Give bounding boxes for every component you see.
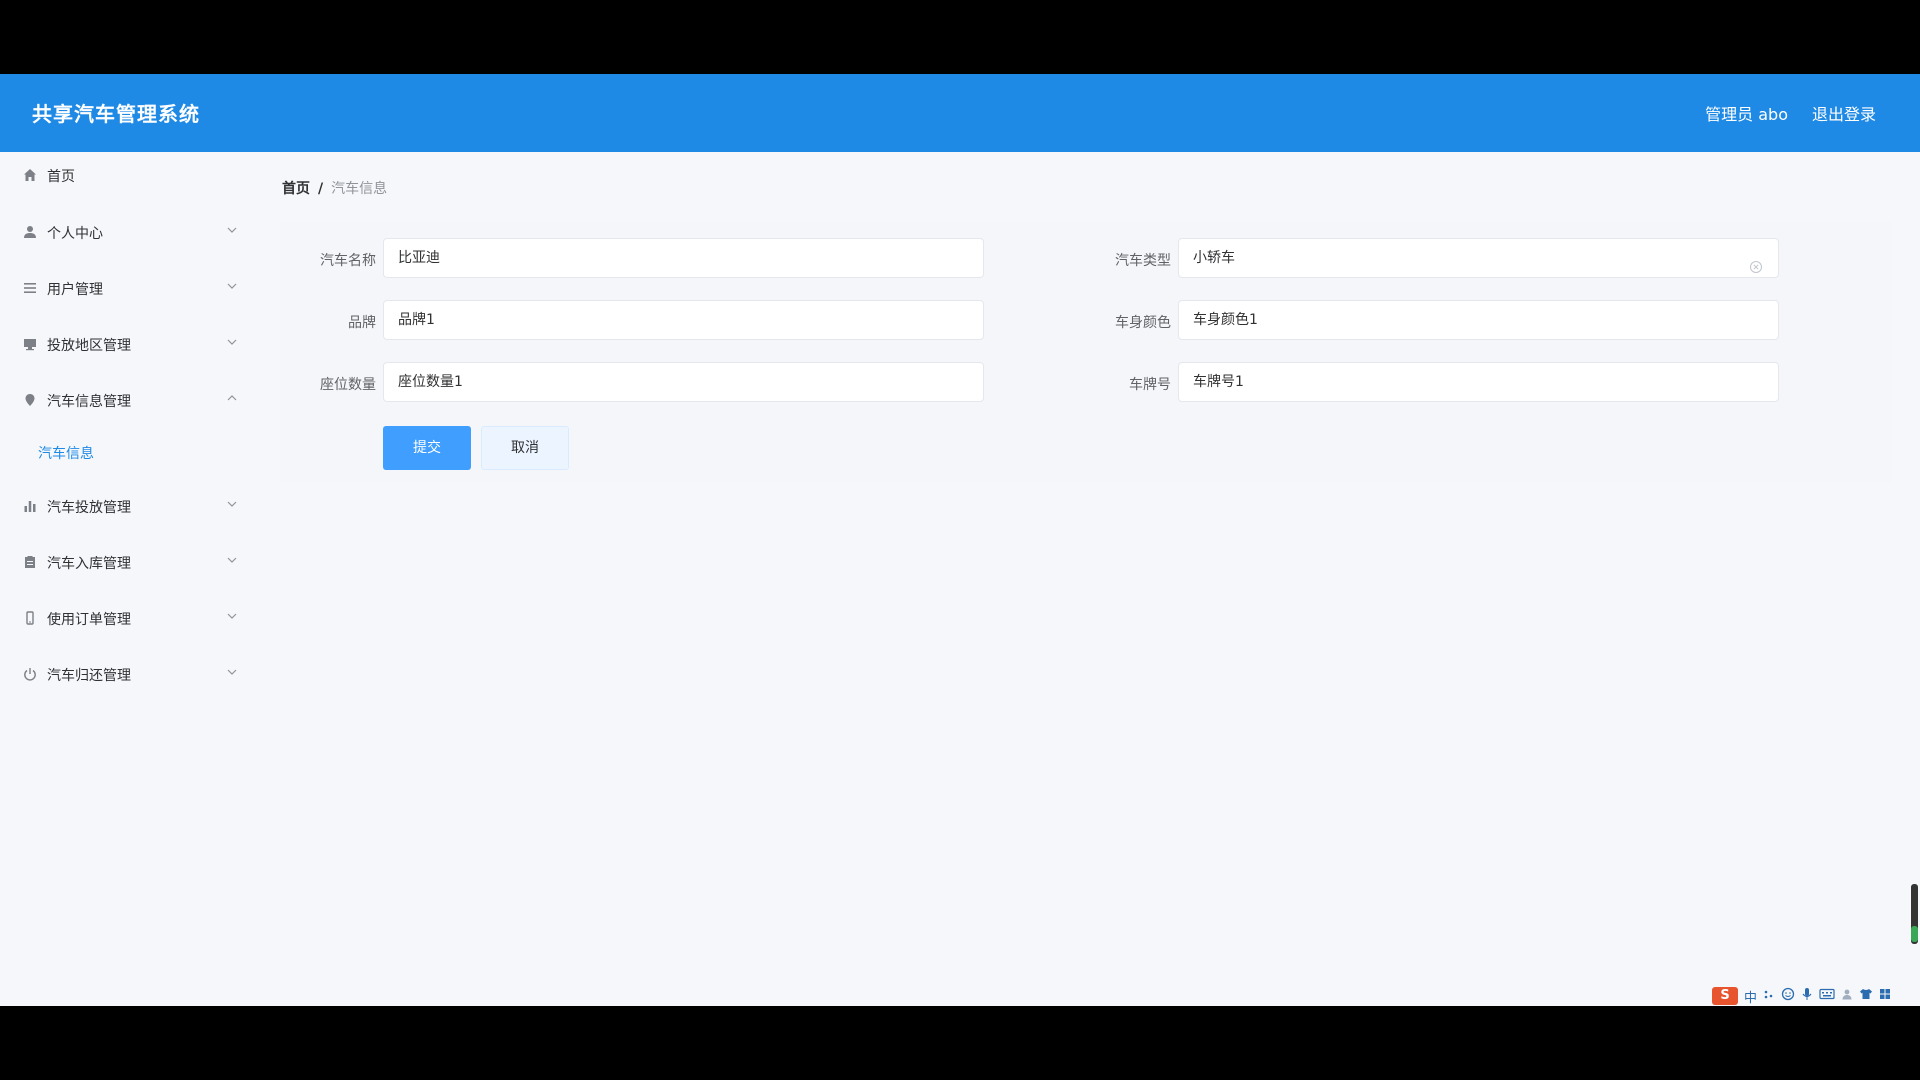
seat-count-input[interactable]: 座位数量1 — [383, 362, 984, 402]
sidebar-item-label: 汽车投放管理 — [47, 500, 131, 516]
sidebar-item-car-storage[interactable]: 汽车入库管理 — [0, 542, 250, 582]
car-info-form: 汽车名称 比亚迪 汽车类型 小轿车 品牌 品牌1 车身颜色 车身颜色1 座位数量… — [280, 222, 1892, 482]
chevron-down-icon — [226, 224, 238, 236]
skin-icon[interactable] — [1859, 988, 1873, 1004]
punctuation-icon[interactable] — [1763, 988, 1775, 1004]
emoji-icon[interactable] — [1781, 987, 1795, 1005]
body-color-input[interactable]: 车身颜色1 — [1178, 300, 1779, 340]
sidebar-item-label: 使用订单管理 — [47, 612, 131, 628]
sidebar-item-label: 投放地区管理 — [47, 338, 131, 354]
microphone-icon[interactable] — [1801, 987, 1813, 1005]
toolbox-icon[interactable] — [1879, 988, 1891, 1004]
cancel-button[interactable]: 取消 — [481, 426, 569, 470]
sidebar-item-label: 汽车归还管理 — [47, 668, 131, 684]
chevron-down-icon — [226, 498, 238, 510]
sidebar-item-home[interactable]: 首页 — [0, 155, 250, 195]
sidebar-item-order-management[interactable]: 使用订单管理 — [0, 598, 250, 638]
chevron-down-icon — [226, 666, 238, 678]
power-icon — [22, 666, 38, 682]
letterbox-top — [0, 0, 1920, 74]
car-type-label: 汽车类型 — [1115, 253, 1171, 269]
ime-toolbar: S 中 — [1712, 986, 1920, 1006]
plate-number-input[interactable]: 车牌号1 — [1178, 362, 1779, 402]
car-type-value: 小轿车 — [1193, 250, 1235, 266]
sidebar-item-user-management[interactable]: 用户管理 — [0, 268, 250, 308]
logout-button[interactable]: 退出登录 — [1812, 101, 1876, 125]
sidebar-item-label: 用户管理 — [47, 282, 103, 298]
sidebar-subitem-car-info[interactable]: 汽车信息 — [0, 432, 250, 472]
app-window: 共享汽车管理系统 管理员 abo 退出登录 首页 个人中心 用户管理 投放地区管… — [0, 74, 1920, 1006]
home-icon — [22, 167, 38, 183]
sidebar-subitem-label: 汽车信息 — [38, 446, 94, 462]
chevron-down-icon — [226, 280, 238, 292]
plate-number-label: 车牌号 — [1129, 377, 1171, 393]
current-user-label: 管理员 abo — [1705, 105, 1788, 124]
bar-chart-icon — [22, 498, 38, 514]
sidebar-item-car-deployment[interactable]: 汽车投放管理 — [0, 486, 250, 526]
sidebar-item-region-management[interactable]: 投放地区管理 — [0, 324, 250, 364]
breadcrumb-current: 汽车信息 — [331, 181, 388, 197]
sidebar-item-car-info-management[interactable]: 汽车信息管理 — [0, 380, 250, 420]
app-title: 共享汽车管理系统 — [32, 102, 200, 126]
car-type-select[interactable]: 小轿车 — [1178, 238, 1779, 278]
sidebar-item-label: 个人中心 — [47, 226, 103, 242]
main-content: 首页 / 汽车信息 汽车名称 比亚迪 汽车类型 小轿车 品牌 品牌1 车身颜色 车身… — [272, 152, 1892, 1006]
sidebar-item-label: 汽车信息管理 — [47, 394, 131, 410]
top-header: 共享汽车管理系统 管理员 abo 退出登录 — [0, 74, 1920, 152]
chevron-down-icon — [226, 610, 238, 622]
phone-icon — [22, 610, 38, 626]
submit-button[interactable]: 提交 — [383, 426, 471, 470]
ime-language-toggle[interactable]: 中 — [1744, 987, 1757, 1006]
brand-label: 品牌 — [348, 315, 376, 331]
location-icon — [22, 392, 38, 408]
car-name-label: 汽车名称 — [320, 253, 376, 269]
clipboard-icon — [22, 554, 38, 570]
body-color-label: 车身颜色 — [1115, 315, 1171, 331]
ime-logo[interactable]: S — [1712, 987, 1738, 1005]
breadcrumb-separator: / — [318, 181, 324, 197]
sidebar: 首页 个人中心 用户管理 投放地区管理 汽车信息管理 汽车信息 汽车投放管理 汽… — [0, 152, 250, 1006]
user-icon — [22, 224, 38, 240]
keyboard-icon[interactable] — [1819, 988, 1835, 1004]
user-tray-icon[interactable] — [1841, 988, 1853, 1004]
chevron-down-icon — [226, 336, 238, 348]
chevron-down-icon — [226, 554, 238, 566]
sidebar-item-label: 首页 — [47, 169, 75, 185]
car-name-input[interactable]: 比亚迪 — [383, 238, 984, 278]
chevron-up-icon — [226, 392, 238, 404]
scrollbar-indicator — [1911, 926, 1918, 942]
letterbox-bottom — [0, 1006, 1920, 1080]
sidebar-item-label: 汽车入库管理 — [47, 556, 131, 572]
monitor-icon — [22, 336, 38, 352]
brand-input[interactable]: 品牌1 — [383, 300, 984, 340]
clear-icon[interactable] — [1749, 251, 1763, 273]
sidebar-item-personal-center[interactable]: 个人中心 — [0, 212, 250, 252]
list-icon — [22, 280, 38, 296]
breadcrumb-home[interactable]: 首页 — [282, 181, 310, 197]
seat-count-label: 座位数量 — [320, 377, 376, 393]
sidebar-item-car-return[interactable]: 汽车归还管理 — [0, 654, 250, 694]
breadcrumb: 首页 / 汽车信息 — [282, 178, 387, 198]
